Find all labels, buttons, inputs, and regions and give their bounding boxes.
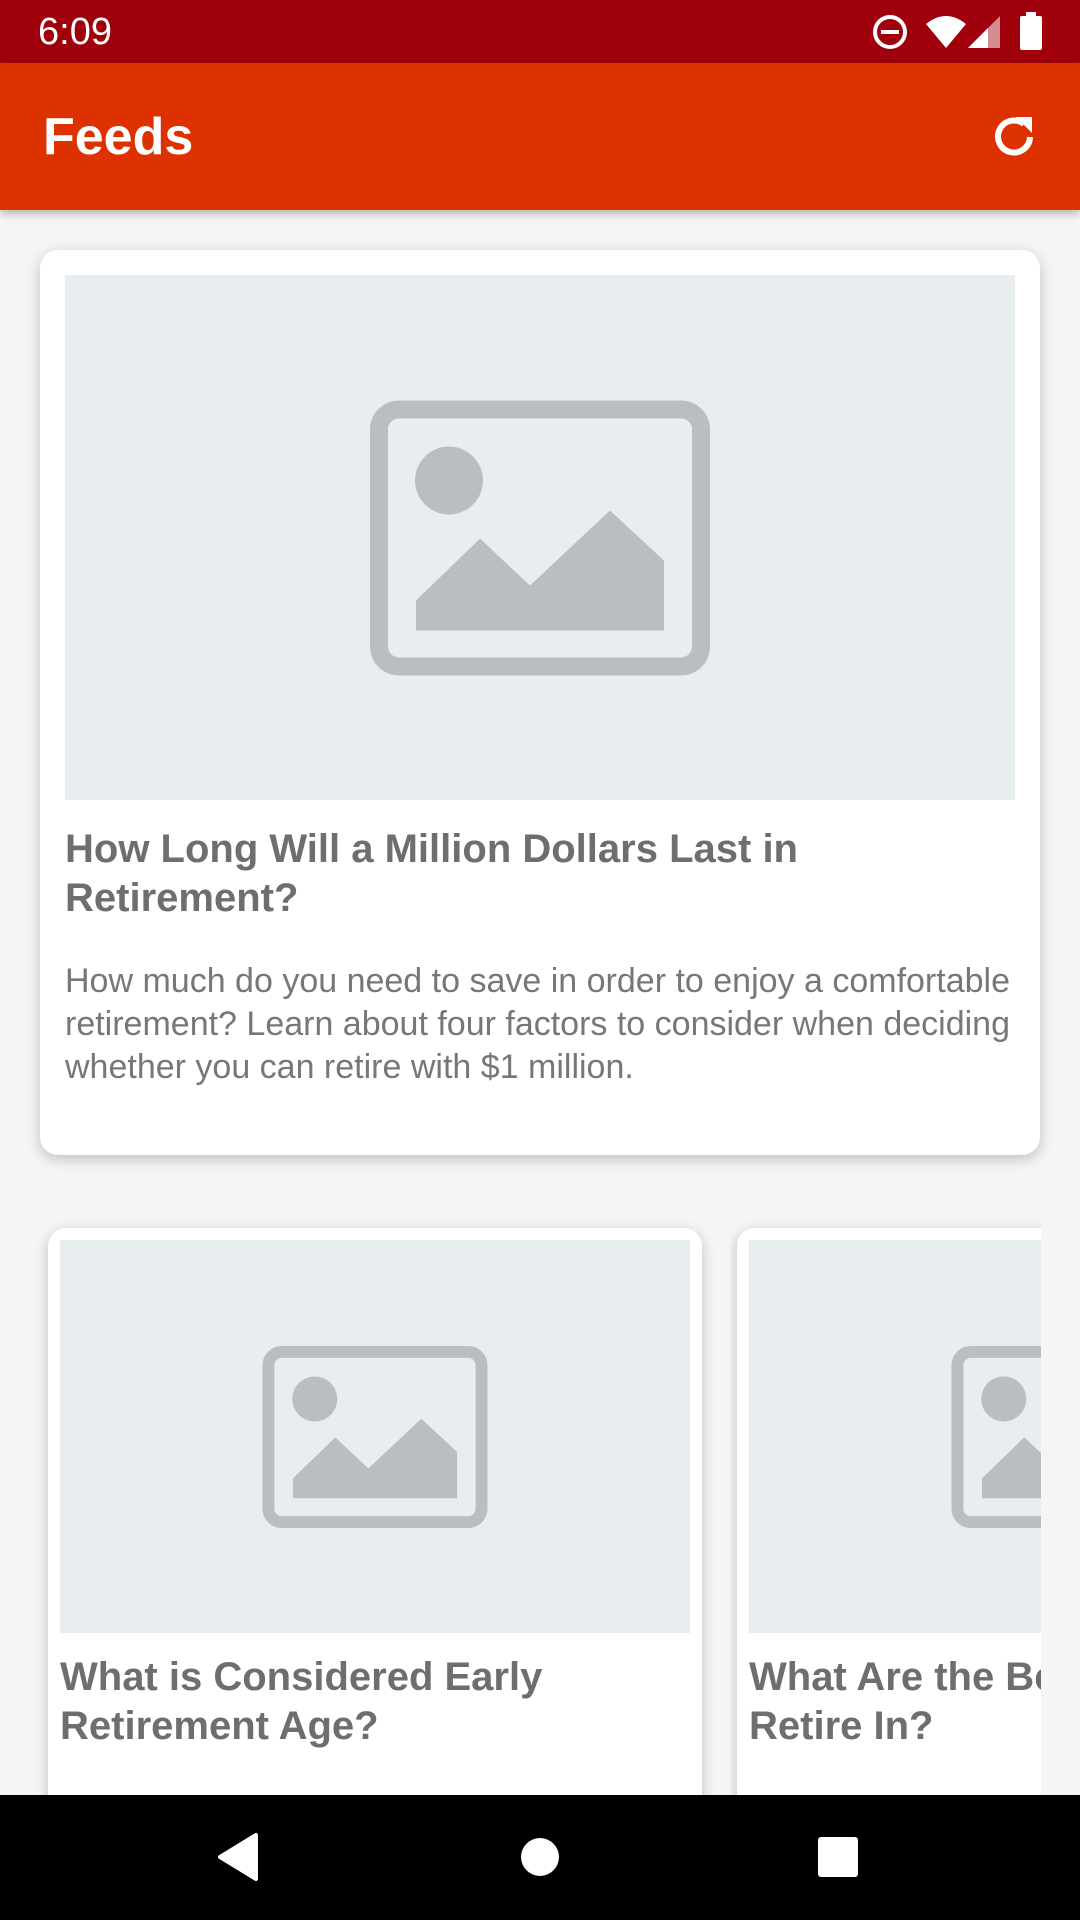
feed-list[interactable]: How Long Will a Million Dollars Last in … <box>0 210 1080 1795</box>
article-image <box>60 1240 690 1633</box>
article-image <box>749 1240 1041 1633</box>
home-icon <box>521 1838 559 1876</box>
app-bar: Feeds <box>0 63 1080 210</box>
article-image <box>65 275 1015 800</box>
article-title: How Long Will a Million Dollars Last in … <box>65 827 798 920</box>
carousel-article-card[interactable]: What Are the Be Retire In? <box>737 1228 1041 1795</box>
refresh-icon <box>995 117 1033 156</box>
signal-icon <box>968 16 1000 48</box>
recents-icon <box>818 1837 858 1877</box>
article-title: What is Considered Early Retirement Age? <box>60 1655 543 1748</box>
article-title: What Are the Be Retire In? <box>749 1655 1041 1748</box>
status-bar: 6:09 <box>0 0 1080 63</box>
recents-button[interactable] <box>808 1827 868 1887</box>
system-nav-bar <box>0 1795 1080 1920</box>
carousel-article-card[interactable]: What is Considered Early Retirement Age? <box>48 1228 702 1795</box>
image-placeholder-icon <box>951 1345 1041 1528</box>
back-icon <box>218 1833 258 1881</box>
status-time: 6:09 <box>38 11 112 53</box>
article-description: How much do you need to save in order to… <box>65 962 1010 1086</box>
back-button[interactable] <box>208 1827 268 1887</box>
wifi-icon <box>926 16 966 48</box>
home-button[interactable] <box>510 1827 570 1887</box>
featured-article-card[interactable]: How Long Will a Million Dollars Last in … <box>40 250 1040 1155</box>
do-not-disturb-icon <box>873 15 907 49</box>
battery-icon <box>1020 12 1042 50</box>
image-placeholder-icon <box>262 1345 488 1528</box>
page-title: Feeds <box>43 108 194 166</box>
image-placeholder-icon <box>370 400 710 675</box>
refresh-button[interactable] <box>986 109 1042 165</box>
carousel-clip: What Are the Be Retire In? <box>730 1220 1041 1795</box>
